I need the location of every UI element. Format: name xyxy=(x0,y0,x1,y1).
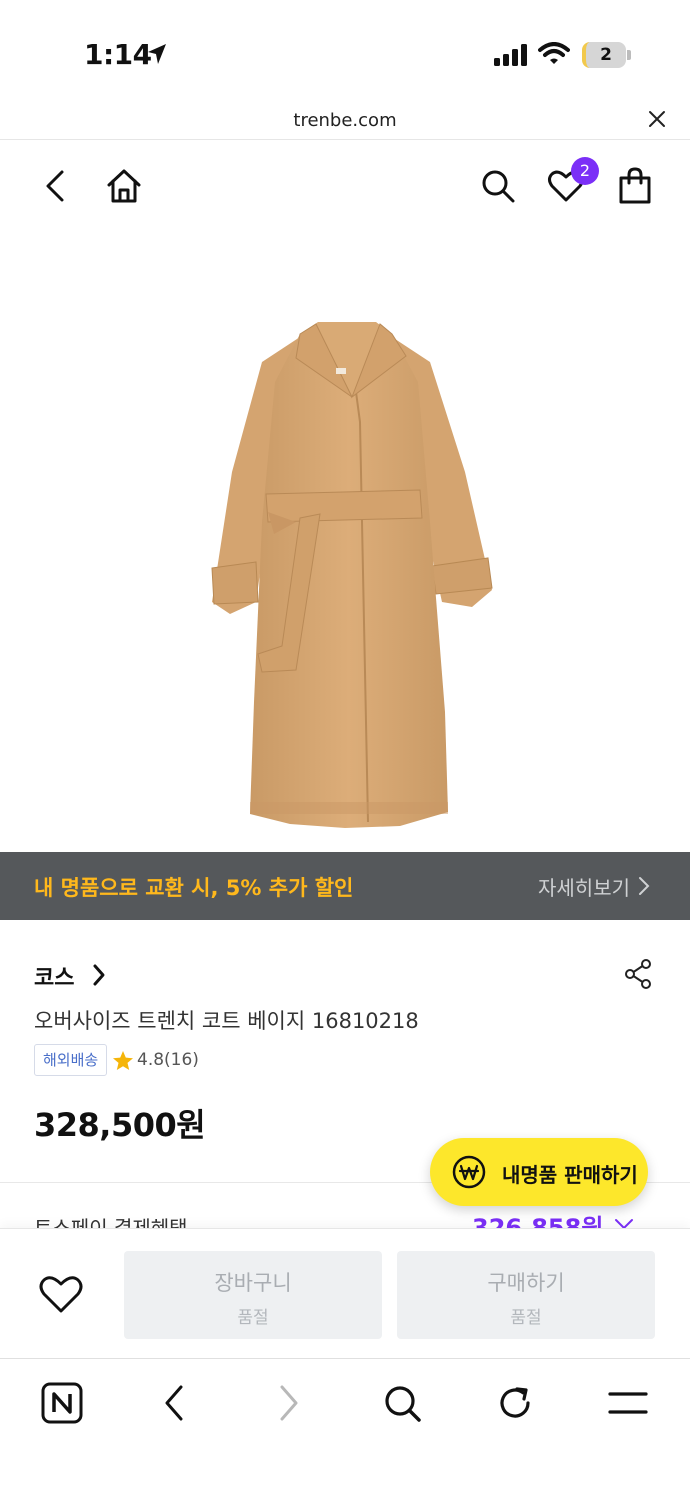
status-time: 1:14 xyxy=(84,38,152,71)
status-bar: 1:14 2 xyxy=(0,0,690,100)
cart-button-label: 장바구니 xyxy=(214,1271,292,1295)
cart-soldout-label: 품절 xyxy=(237,1308,269,1328)
share-icon[interactable] xyxy=(622,958,654,990)
location-arrow-icon xyxy=(148,44,166,64)
brand-chevron-right-icon[interactable] xyxy=(92,963,106,987)
product-image[interactable] xyxy=(0,222,690,852)
brand-name[interactable]: 코스 xyxy=(34,960,74,992)
sell-my-luxury-button[interactable]: 내명품 판매하기 xyxy=(430,1138,648,1206)
close-icon[interactable] xyxy=(648,110,666,128)
product-name: 오버사이즈 트렌치 코트 베이지 16810218 xyxy=(34,1009,419,1033)
chevron-right-icon xyxy=(639,877,650,895)
promo-more-link[interactable]: 자세히보기 xyxy=(538,872,630,901)
wishlist-count-badge: 2 xyxy=(571,157,599,185)
sell-button-label: 내명품 판매하기 xyxy=(502,1163,638,1187)
exchange-promo-banner[interactable]: 내 명품으로 교환 시, 5% 추가 할인 자세히보기 xyxy=(0,852,690,920)
search-icon[interactable] xyxy=(478,166,518,206)
overseas-shipping-badge: 해외배송 xyxy=(34,1044,108,1076)
star-icon xyxy=(113,1051,133,1070)
rating-score[interactable]: 4.8(16) xyxy=(137,1050,199,1070)
shopping-bag-icon[interactable] xyxy=(615,166,655,206)
purchase-action-bar: 장바구니 품절 구매하기 품절 xyxy=(0,1228,690,1358)
wifi-icon xyxy=(538,42,570,64)
browser-back-icon[interactable] xyxy=(153,1381,197,1425)
browser-forward-icon[interactable] xyxy=(266,1381,310,1425)
buy-soldout-label: 품절 xyxy=(510,1308,542,1328)
menu-icon[interactable] xyxy=(606,1381,650,1425)
browser-url-bar: trenbe.com xyxy=(0,100,690,140)
product-price: 328,500원 xyxy=(34,1106,206,1144)
browser-search-icon[interactable] xyxy=(380,1381,424,1425)
battery-tip xyxy=(627,50,631,60)
naver-n-icon[interactable] xyxy=(40,1381,84,1425)
buy-button-label: 구매하기 xyxy=(487,1271,565,1295)
add-to-cart-button[interactable]: 장바구니 품절 xyxy=(124,1251,382,1339)
won-coin-icon xyxy=(452,1155,486,1189)
wishlist-add-heart-icon[interactable] xyxy=(38,1273,84,1315)
promo-message: 내 명품으로 교환 시, 5% 추가 할인 xyxy=(34,876,354,900)
buy-now-button[interactable]: 구매하기 품절 xyxy=(397,1251,655,1339)
trench-coat-illustration xyxy=(211,322,493,828)
battery-indicator: 2 xyxy=(582,42,626,68)
url-domain[interactable]: trenbe.com xyxy=(0,110,690,131)
cellular-signal-icon xyxy=(494,44,527,66)
back-arrow-icon[interactable] xyxy=(36,166,76,206)
refresh-icon[interactable] xyxy=(493,1381,537,1425)
home-icon[interactable] xyxy=(104,166,144,206)
browser-toolbar xyxy=(0,1358,690,1500)
